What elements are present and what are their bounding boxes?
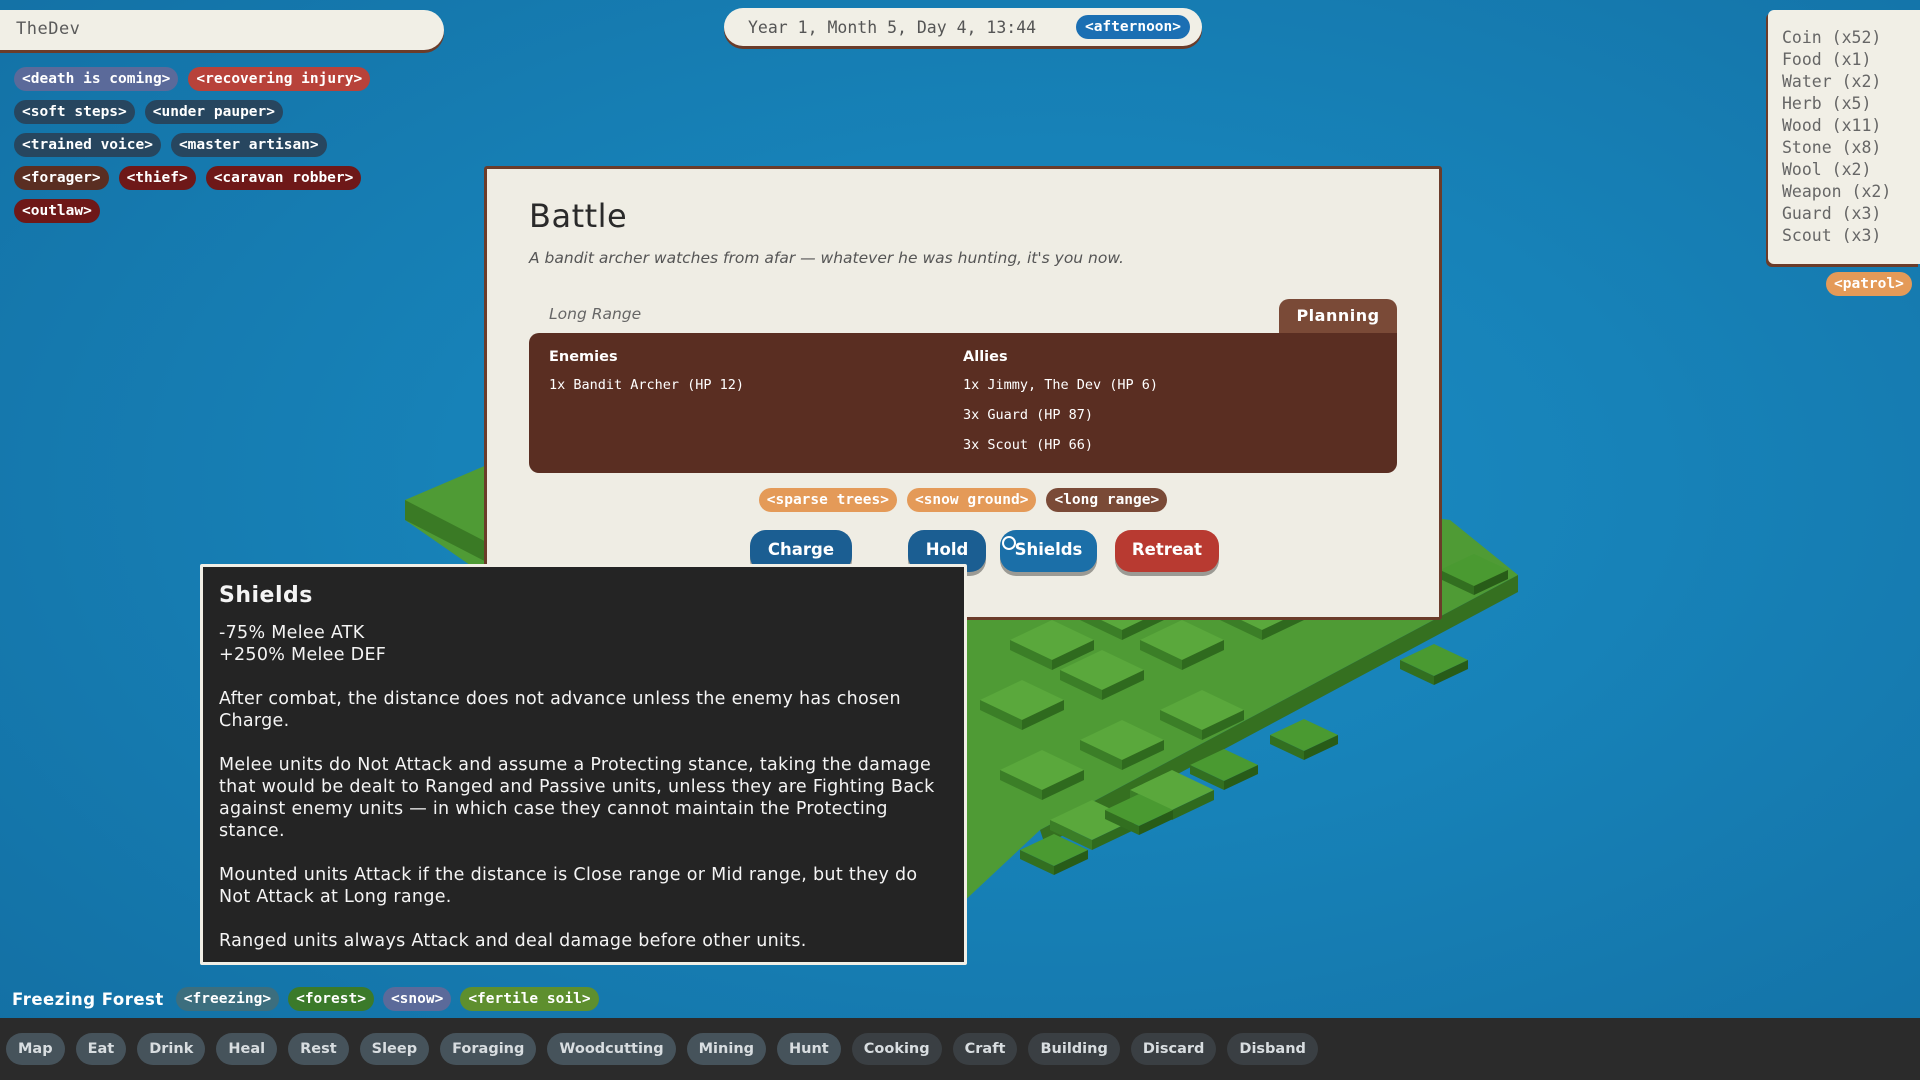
inventory-item: Weapon (x2) [1782, 182, 1892, 201]
phase-tab: Planning [1279, 299, 1397, 333]
allies-column: Allies 1x Jimmy, The Dev (HP 6) 3x Guard … [963, 349, 1377, 457]
shields-button[interactable]: Shields [1000, 530, 1097, 572]
trait-row: <soft steps> <under pauper> [14, 100, 434, 124]
allies-header: Allies [963, 349, 1008, 365]
player-name: TheDev [0, 10, 444, 50]
date-bar: Year 1, Month 5, Day 4, 13:44 <afternoon… [724, 8, 1202, 46]
action-map-button[interactable]: Map [6, 1033, 65, 1065]
action-heal-button[interactable]: Heal [216, 1033, 278, 1065]
action-woodcutting-button[interactable]: Woodcutting [547, 1033, 676, 1065]
shields-tooltip: Shields -75% Melee ATK +250% Melee DEF Af… [200, 564, 967, 965]
action-cooking-button[interactable]: Cooking [851, 1033, 942, 1065]
time-of-day-badge: <afternoon> [1075, 15, 1190, 39]
trait-tag-soft-steps: <soft steps> [14, 100, 135, 124]
trait-row: <trained voice> <master artisan> [14, 133, 434, 157]
action-bar: Map Eat Drink Heal Rest Sleep Foraging Woodcutt… [0, 1018, 1920, 1080]
tooltip-stat: -75% Melee ATK [219, 623, 365, 643]
action-craft-button[interactable]: Craft [952, 1033, 1018, 1065]
trait-row: <forager> <thief> <caravan robber> [14, 166, 434, 190]
location-name: Freezing Forest [12, 989, 164, 1009]
terrain-tag-snow-ground: <snow ground> [906, 488, 1037, 512]
retreat-button[interactable]: Retreat [1115, 530, 1219, 572]
trait-tag-trained-voice: <trained voice> [14, 133, 161, 157]
action-building-button[interactable]: Building [1028, 1033, 1120, 1065]
battle-subtitle: A bandit archer watches from afar — what… [529, 249, 1124, 267]
action-disband-button[interactable]: Disband [1227, 1033, 1318, 1065]
action-eat-button[interactable]: Eat [75, 1033, 127, 1065]
ally-unit: 3x Scout (HP 66) [963, 437, 1094, 453]
inventory-item: Food (x1) [1782, 50, 1872, 69]
terrain-tag-long-range: <long range> [1046, 488, 1168, 512]
inventory-item: Stone (x8) [1782, 138, 1882, 157]
inventory-item: Coin (x52) [1782, 28, 1882, 47]
patrol-status-tag: <patrol> [1826, 272, 1912, 296]
inventory-item: Scout (x3) [1782, 226, 1882, 245]
forces-panel: Enemies 1x Bandit Archer (HP 12) Allies … [529, 333, 1397, 473]
terrain-tag-sparse-trees: <sparse trees> [758, 488, 897, 512]
inventory-panel: Coin (x52) Food (x1) Water (x2) Herb (x5) Wo… [1768, 10, 1920, 264]
inventory-item: Wool (x2) [1782, 160, 1872, 179]
inventory-item: Wood (x11) [1782, 116, 1882, 135]
trait-tag-caravan-robber: <caravan robber> [205, 166, 362, 190]
enemies-column: Enemies 1x Bandit Archer (HP 12) [549, 349, 963, 457]
action-foraging-button[interactable]: Foraging [440, 1033, 537, 1065]
tooltip-paragraph: After combat, the distance does not adva… [219, 689, 901, 731]
trait-tag-forager: <forager> [14, 166, 109, 190]
inventory-item: Guard (x3) [1782, 204, 1882, 223]
range-label: Long Range [549, 305, 642, 323]
location-tag-forest: <forest> [288, 987, 374, 1011]
trait-tag-under-pauper: <under pauper> [144, 100, 283, 124]
ally-unit: 1x Jimmy, The Dev (HP 6) [963, 377, 1159, 393]
trait-tag-thief: <thief> [118, 166, 196, 190]
ally-unit: 3x Guard (HP 87) [963, 407, 1094, 423]
tooltip-paragraph: Melee units do Not Attack and assume a P… [219, 755, 935, 841]
action-hunt-button[interactable]: Hunt [777, 1033, 841, 1065]
trait-tag-outlaw: <outlaw> [14, 199, 100, 223]
trait-list: <death is coming> <recovering injury> <sof… [14, 67, 434, 232]
range-row: Long Range Planning [529, 299, 1397, 333]
action-drink-button[interactable]: Drink [137, 1033, 206, 1065]
mouse-cursor-icon [1002, 536, 1016, 550]
trait-tag-recovering-injury: <recovering injury> [188, 67, 371, 91]
enemy-unit: 1x Bandit Archer (HP 12) [549, 377, 745, 393]
terrain-tags: <sparse trees> <snow ground> <long range> [529, 488, 1397, 512]
tooltip-paragraph: Mounted units Attack if the distance is … [219, 865, 918, 907]
trait-tag-master-artisan: <master artisan> [170, 133, 327, 157]
location-bar: Freezing Forest <freezing> <forest> <snow>… [12, 987, 599, 1011]
tooltip-description: After combat, the distance does not adva… [219, 688, 948, 952]
date-text: Year 1, Month 5, Day 4, 13:44 [748, 17, 1037, 37]
location-tag-fertile-soil: <fertile soil> [460, 987, 599, 1011]
location-tag-snow: <snow> [382, 987, 452, 1011]
battle-title: Battle [529, 197, 628, 235]
enemies-header: Enemies [549, 349, 618, 365]
tooltip-stats: -75% Melee ATK +250% Melee DEF [219, 622, 948, 666]
trait-tag-death-is-coming: <death is coming> [14, 67, 179, 91]
tooltip-stat: +250% Melee DEF [219, 645, 387, 665]
action-discard-button[interactable]: Discard [1130, 1033, 1217, 1065]
tooltip-paragraph: Ranged units always Attack and deal dama… [219, 931, 807, 951]
inventory-item: Herb (x5) [1782, 94, 1872, 113]
action-mining-button[interactable]: Mining [686, 1033, 767, 1065]
inventory-item: Water (x2) [1782, 72, 1882, 91]
trait-row: <outlaw> [14, 199, 434, 223]
trait-row: <death is coming> <recovering injury> [14, 67, 434, 91]
location-tag-freezing: <freezing> [175, 987, 280, 1011]
tooltip-title: Shields [219, 583, 313, 608]
battle-dialog: Battle A bandit archer watches from afar… [484, 166, 1442, 620]
action-rest-button[interactable]: Rest [288, 1033, 349, 1065]
action-sleep-button[interactable]: Sleep [359, 1033, 430, 1065]
